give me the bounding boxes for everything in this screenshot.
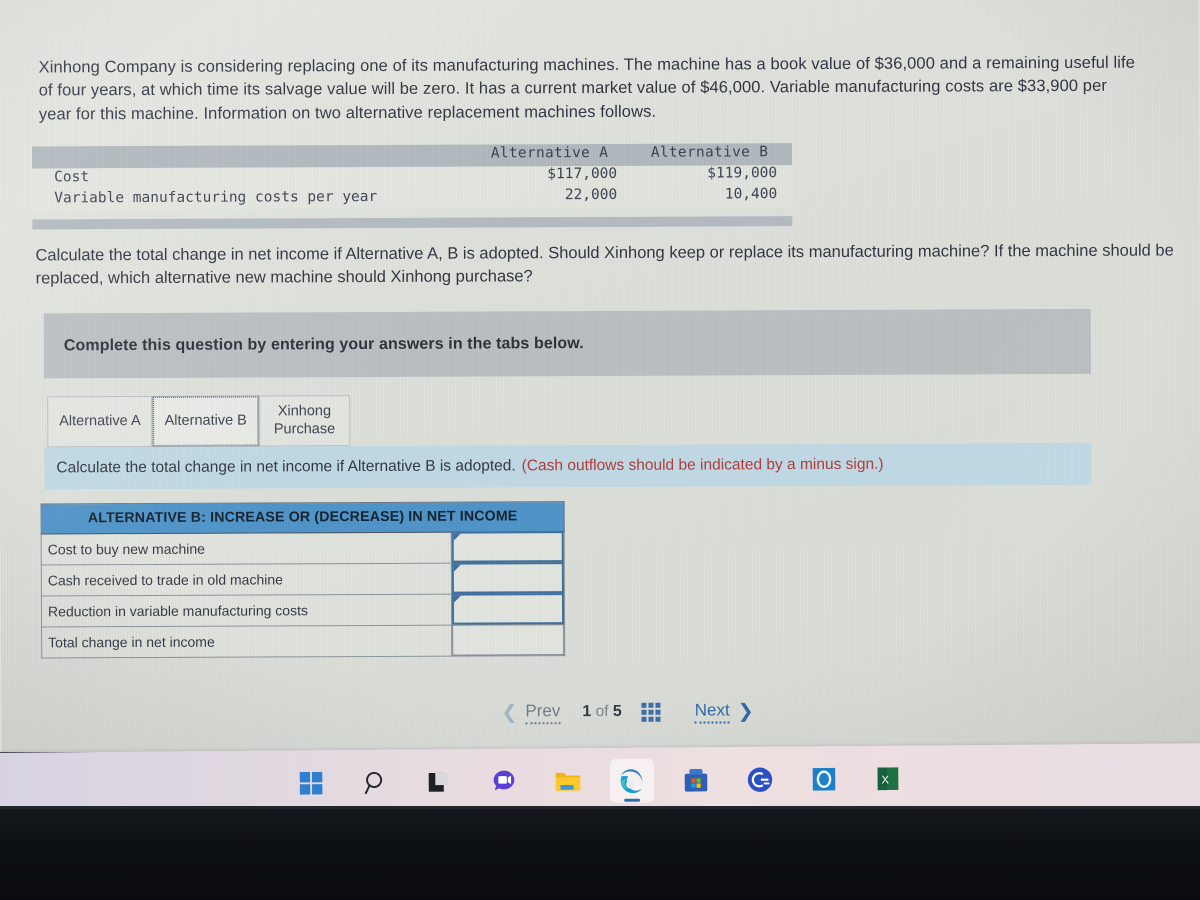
complete-question-text: Complete this question by entering your …: [63, 334, 584, 354]
tab-alternative-a[interactable]: Alternative A: [47, 395, 153, 448]
tab-label: Xinhong Purchase: [274, 404, 335, 438]
tab-xinhong-purchase[interactable]: Xinhong Purchase: [258, 395, 351, 447]
prev-button[interactable]: Prev: [525, 700, 561, 724]
input-cell-box[interactable]: [451, 531, 564, 563]
photographed-screen: Xinhong Company is considering replacing…: [0, 0, 1200, 900]
microsoft-store-button[interactable]: [674, 758, 718, 802]
table-row: Cash received to trade in old machine: [41, 562, 565, 596]
file-explorer-button[interactable]: [546, 759, 590, 803]
monitor-bezel: [0, 806, 1200, 900]
question-pager: ❮ Prev 1 of 5 Next ❯: [501, 695, 881, 729]
column-header-alternative-a: Alternative A: [490, 144, 609, 162]
bing-search-button[interactable]: [738, 758, 782, 802]
outlook-button[interactable]: [802, 757, 846, 801]
total-cell-box: [452, 624, 565, 656]
instruction-note: (Cash outflows should be indicated by a …: [521, 455, 884, 475]
row-label: Reduction in variable manufacturing cost…: [41, 594, 452, 627]
problem-paragraph: Xinhong Company is considering replacing…: [38, 53, 1136, 124]
quiz-page: Xinhong Company is considering replacing…: [0, 0, 1200, 752]
instruction-banner: Calculate the total change in net income…: [44, 442, 1092, 490]
search-icon: [364, 771, 383, 795]
table-row: Reduction in variable manufacturing cost…: [41, 593, 565, 627]
bing-search-icon: [747, 767, 773, 792]
svg-text:X: X: [881, 774, 889, 786]
tab-label-line2: Purchase: [273, 420, 336, 437]
table-header-row: ALTERNATIVE B: INCREASE OR (DECREASE) IN…: [41, 501, 565, 534]
tab-label: Alternative B: [164, 412, 247, 429]
row-input-cell[interactable]: [451, 531, 565, 564]
grid-menu-icon[interactable]: [641, 702, 661, 722]
input-cell-box[interactable]: [451, 593, 565, 625]
row-value-alt-b: 10,400: [724, 186, 778, 203]
row-label: Variable manufacturing costs per year: [54, 188, 378, 207]
search-button[interactable]: [354, 761, 398, 805]
row-input-cell[interactable]: [451, 562, 565, 595]
table-row: Cost to buy new machine: [41, 531, 565, 565]
alternatives-data-table: Alternative A Alternative B Cost $117,00…: [31, 143, 793, 230]
page-counter: 1 of 5: [582, 703, 621, 721]
row-label: Cost: [54, 169, 90, 186]
cell-corner-marker-icon: [453, 533, 461, 541]
active-indicator: [624, 798, 641, 802]
cell-corner-marker-icon: [453, 564, 461, 572]
answer-tabs: Alternative A Alternative B Xinhong Purc…: [47, 395, 351, 448]
row-label: Cost to buy new machine: [41, 532, 452, 565]
tab-alternative-b[interactable]: Alternative B: [152, 395, 259, 447]
question-paragraph: Calculate the total change in net income…: [35, 241, 1174, 288]
chevron-right-icon[interactable]: ❯: [738, 700, 754, 723]
row-total-cell: [451, 624, 565, 657]
chat-button[interactable]: [482, 760, 526, 804]
column-header-alternative-b: Alternative B: [650, 144, 769, 161]
start-icon: [299, 771, 323, 795]
microsoft-store-icon: [684, 768, 708, 792]
excel-icon: X: [877, 767, 899, 791]
file-explorer-icon: [555, 772, 581, 791]
tab-label: Alternative A: [59, 412, 141, 430]
row-value-alt-a: $117,000: [547, 165, 618, 183]
complete-question-banner: Complete this question by entering your …: [43, 308, 1091, 379]
answer-table-header: ALTERNATIVE B: INCREASE OR (DECREASE) IN…: [41, 501, 565, 534]
row-label: Total change in net income: [41, 625, 452, 658]
tab-label-line1: Xinhong: [277, 403, 332, 420]
answer-entry-table: ALTERNATIVE B: INCREASE OR (DECREASE) IN…: [40, 501, 566, 659]
chat-teams-icon: [493, 770, 515, 791]
start-button[interactable]: [290, 761, 334, 805]
cell-corner-marker-icon: [453, 595, 461, 603]
task-view-icon: [428, 772, 449, 792]
instruction-text: Calculate the total change in net income…: [56, 457, 516, 477]
table-row: Total change in net income: [41, 624, 565, 658]
row-input-cell[interactable]: [451, 593, 565, 626]
current-page: 1: [582, 703, 592, 721]
total-pages: 5: [612, 702, 622, 720]
task-view-button[interactable]: [418, 760, 462, 804]
outlook-icon: [812, 767, 836, 791]
data-table-footer-band: [32, 216, 793, 230]
row-value-alt-b: $119,000: [707, 165, 778, 182]
next-button[interactable]: Next: [694, 699, 730, 724]
table-row: Variable manufacturing costs per year 22…: [32, 186, 792, 210]
chevron-left-icon[interactable]: ❮: [501, 701, 517, 724]
input-cell-box[interactable]: [451, 562, 564, 594]
microsoft-edge-button[interactable]: [609, 758, 655, 803]
excel-button[interactable]: X: [866, 757, 910, 801]
of-label: of: [595, 702, 609, 721]
row-value-alt-a: 22,000: [564, 186, 618, 204]
monitor-screen: Xinhong Company is considering replacing…: [0, 0, 1200, 752]
row-label: Cash received to trade in old machine: [41, 563, 452, 596]
microsoft-edge-icon: [620, 769, 643, 794]
